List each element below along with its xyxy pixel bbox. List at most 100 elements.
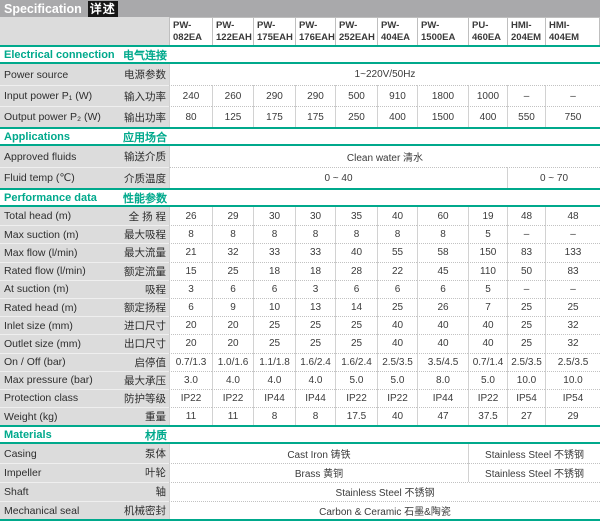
column-header: PW-1500EA	[417, 17, 468, 45]
data-cell: 133	[545, 243, 600, 261]
section-title-en: Performance data	[0, 192, 112, 204]
data-cell: 8	[335, 225, 377, 243]
data-cell: 33	[295, 243, 335, 261]
row-label-en: At suction (m)	[0, 280, 112, 298]
table-row: Output power P₂ (W)输出功率80125175175250400…	[0, 106, 600, 127]
row-label-en: Output power P₂ (W)	[0, 106, 112, 127]
column-header: PW-176EAH	[295, 17, 335, 45]
data-cell: 58	[417, 243, 468, 261]
model-name-line1: HMI-	[511, 20, 545, 32]
data-cell: 40	[417, 316, 468, 334]
data-cell: 47	[417, 407, 468, 425]
data-cell: –	[545, 280, 600, 298]
row-label-en: Rated flow (l/min)	[0, 262, 112, 280]
row-label-zh: 介质温度	[112, 167, 169, 188]
row-label-en: Shaft	[0, 482, 112, 501]
data-cell: 125	[212, 106, 253, 127]
data-cell: 5.0	[377, 371, 417, 389]
data-cell: 18	[295, 262, 335, 280]
data-cell: 9	[212, 298, 253, 316]
data-cell: 20	[212, 334, 253, 352]
data-cell: 40	[377, 407, 417, 425]
data-cell: Stainless Steel 不锈钢	[468, 444, 600, 463]
row-label-en: Protection class	[0, 389, 112, 407]
data-cell: 175	[295, 106, 335, 127]
model-header-row: PW-082EAPW-122EAHPW-175EAHPW-176EAHPW-25…	[0, 17, 600, 45]
row-label-zh: 额定扬程	[112, 298, 169, 316]
row-label-en: Input power P₁ (W)	[0, 85, 112, 106]
model-name-line1: PW-	[216, 20, 253, 32]
table-row: At suction (m)吸程36636665––	[0, 280, 600, 298]
header-spacer	[0, 17, 169, 45]
row-label-zh: 最大吸程	[112, 225, 169, 243]
data-cell: 27	[507, 407, 545, 425]
row-label-zh: 吸程	[112, 280, 169, 298]
data-cell: 80	[169, 106, 212, 127]
row-label-zh: 轴	[112, 482, 169, 501]
data-cell: 50	[507, 262, 545, 280]
data-cell: 25	[212, 262, 253, 280]
data-cell: 60	[417, 207, 468, 225]
model-name-line2: 1500EA	[421, 32, 468, 44]
model-name-line2: 204EM	[511, 32, 545, 44]
column-header: HMI-404EM	[545, 17, 600, 45]
model-name-line1: PU-	[472, 20, 507, 32]
column-header: PW-082EA	[169, 17, 212, 45]
table-row: Inlet size (mm)进口尺寸20202525254040402532	[0, 316, 600, 334]
data-cell: 26	[169, 207, 212, 225]
data-cell: 910	[377, 85, 417, 106]
row-label-en: Weight (kg)	[0, 407, 112, 425]
data-cell: –	[545, 85, 600, 106]
row-label-zh: 全 扬 程	[112, 207, 169, 225]
data-cell: 8	[295, 407, 335, 425]
table-row: Power source电源参数1~220V/50Hz	[0, 64, 600, 85]
data-cell: 1500	[417, 106, 468, 127]
data-cell: 290	[295, 85, 335, 106]
data-cell: 40	[468, 316, 507, 334]
data-cell: 10.0	[545, 371, 600, 389]
data-cell: 40	[377, 316, 417, 334]
data-cell: 29	[212, 207, 253, 225]
data-cell: 45	[417, 262, 468, 280]
data-cell: 1~220V/50Hz	[169, 64, 600, 85]
row-label-zh: 机械密封	[112, 501, 169, 520]
data-cell: 83	[507, 243, 545, 261]
section-title-zh: 材质	[112, 427, 169, 443]
data-cell: 0 ~ 70	[507, 167, 600, 188]
model-name-line1: PW-	[257, 20, 295, 32]
data-cell: 20	[212, 316, 253, 334]
data-cell: 35	[335, 207, 377, 225]
row-label-zh: 出口尺寸	[112, 334, 169, 352]
row-label-zh: 最大流量	[112, 243, 169, 261]
data-cell: 0 ~ 40	[169, 167, 507, 188]
data-cell: –	[507, 225, 545, 243]
row-label-en: Casing	[0, 444, 112, 463]
data-cell: 8	[295, 225, 335, 243]
data-cell: 3.0	[169, 371, 212, 389]
data-cell: 8	[253, 407, 295, 425]
table-row: Mechanical seal机械密封Carbon & Ceramic 石墨&陶…	[0, 501, 600, 520]
row-label-en: Mechanical seal	[0, 501, 112, 520]
section-title-en: Electrical connection	[0, 49, 112, 61]
data-cell: 1.0/1.6	[212, 353, 253, 371]
table-row: Shaft轴Stainless Steel 不锈钢	[0, 482, 600, 501]
data-cell: 260	[212, 85, 253, 106]
row-label-zh: 进口尺寸	[112, 316, 169, 334]
data-cell: 1.6/2.4	[295, 353, 335, 371]
data-cell: IP44	[253, 389, 295, 407]
data-cell: 400	[377, 106, 417, 127]
data-cell: 5	[468, 280, 507, 298]
row-label-zh: 电源参数	[112, 64, 169, 85]
table-row: Impeller叶轮Brass 黄铜Stainless Steel 不锈钢	[0, 463, 600, 482]
data-cell: Clean water 清水	[169, 146, 600, 167]
data-cell: 22	[377, 262, 417, 280]
table-row: Max suction (m)最大吸程88888885––	[0, 225, 600, 243]
model-name-line1: PW-	[421, 20, 468, 32]
data-cell: Stainless Steel 不锈钢	[169, 482, 600, 501]
data-cell: 8	[169, 225, 212, 243]
model-name-line1: PW-	[381, 20, 417, 32]
title-bar: Specification 详述	[0, 0, 600, 17]
data-cell: 10	[253, 298, 295, 316]
model-name-line2: 404EA	[381, 32, 417, 44]
data-cell: 40	[377, 207, 417, 225]
